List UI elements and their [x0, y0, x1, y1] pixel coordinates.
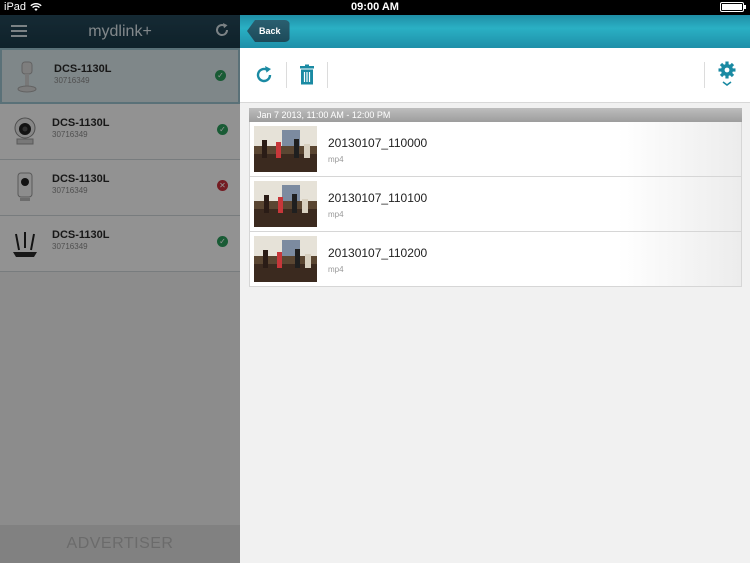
- status-bar: iPad 09:00 AM: [0, 0, 750, 15]
- recording-title: 20130107_110000: [328, 136, 428, 150]
- recording-type: mp4: [328, 210, 344, 219]
- device-name: DCS-1130L: [52, 117, 110, 129]
- battery-icon: [720, 2, 746, 12]
- toolbar-divider: [704, 62, 705, 88]
- main-header: Back: [240, 15, 750, 48]
- device-item[interactable]: DCS-1130L 30716349 ✓: [0, 48, 240, 104]
- status-ok-icon: ✓: [217, 236, 228, 247]
- clock: 09:00 AM: [351, 1, 399, 13]
- router-icon: [13, 232, 37, 257]
- recording-item[interactable]: 20130107_110100 mp4: [249, 177, 742, 232]
- main-panel: Back Jan 7 2013, 11:00 AM - 12:00 PM 201…: [240, 15, 750, 563]
- toolbar: [240, 48, 750, 103]
- sidebar-header: mydlink+: [0, 15, 240, 48]
- device-item[interactable]: DCS-1130L 30716349 ✓: [0, 216, 240, 272]
- menu-icon[interactable]: [11, 25, 27, 37]
- video-thumbnail: [254, 236, 317, 282]
- settings-gear-icon[interactable]: [716, 60, 738, 90]
- camera-stand-icon: [17, 61, 37, 93]
- device-item[interactable]: DCS-1130L 30716349 ✕: [0, 160, 240, 216]
- device-name: DCS-1130L: [54, 63, 112, 75]
- status-error-icon: ✕: [217, 180, 228, 191]
- date-group-header: Jan 7 2013, 11:00 AM - 12:00 PM: [249, 108, 742, 122]
- recording-item[interactable]: 20130107_110000 mp4: [249, 122, 742, 177]
- recording-item[interactable]: 20130107_110200 mp4: [249, 232, 742, 287]
- device-item[interactable]: DCS-1130L 30716349 ✓: [0, 104, 240, 160]
- recordings-area: Jan 7 2013, 11:00 AM - 12:00 PM 20130107…: [240, 103, 750, 563]
- video-thumbnail: [254, 181, 317, 227]
- toolbar-divider: [327, 62, 328, 88]
- device-id: 30716349: [52, 130, 88, 139]
- device-id: 30716349: [52, 242, 88, 251]
- status-ok-icon: ✓: [215, 70, 226, 81]
- status-ok-icon: ✓: [217, 124, 228, 135]
- trash-icon[interactable]: [296, 64, 318, 86]
- recording-type: mp4: [328, 265, 344, 274]
- refresh-icon[interactable]: [253, 64, 275, 86]
- recordings-list: 20130107_110000 mp4 20130107_110100 mp4: [249, 122, 742, 287]
- recording-title: 20130107_110100: [328, 191, 428, 205]
- toolbar-divider: [286, 62, 287, 88]
- device-id: 30716349: [54, 76, 90, 85]
- cube-camera-icon: [17, 172, 33, 201]
- app-title: mydlink+: [88, 22, 152, 40]
- recording-title: 20130107_110200: [328, 246, 428, 260]
- advertiser-banner[interactable]: ADVERTISER: [0, 525, 240, 563]
- refresh-icon[interactable]: [214, 22, 230, 38]
- device-name: DCS-1130L: [52, 173, 110, 185]
- video-thumbnail: [254, 126, 317, 172]
- device-id: 30716349: [52, 186, 88, 195]
- device-list: DCS-1130L 30716349 ✓ DCS-1130L 30716349 …: [0, 48, 240, 272]
- recording-type: mp4: [328, 155, 344, 164]
- sidebar: mydlink+ DCS-1130L 30716349 ✓ DCS-1130L: [0, 15, 240, 563]
- back-button[interactable]: Back: [247, 20, 290, 42]
- device-name: DCS-1130L: [52, 229, 110, 241]
- sidebar-empty-area: [0, 273, 240, 523]
- dome-camera-icon: [14, 117, 36, 145]
